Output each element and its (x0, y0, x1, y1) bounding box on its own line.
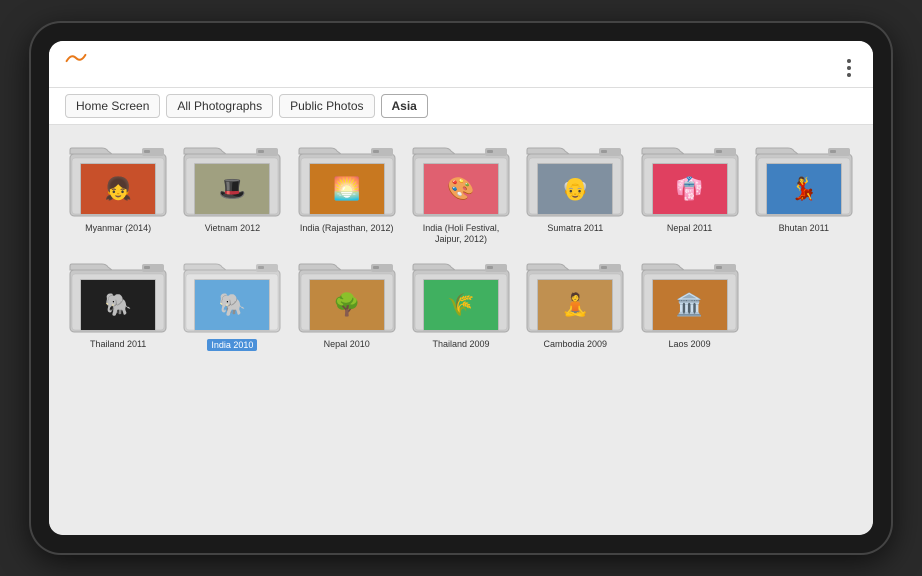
folder-wrapper: 🎨 (411, 139, 511, 221)
nav-tab-home-screen[interactable]: Home Screen (65, 94, 160, 118)
folder-photo: 🧘 (537, 279, 613, 331)
zenfolio-logo (65, 51, 87, 65)
folder-wrapper: 🧘 (525, 255, 625, 337)
more-dot-1 (847, 59, 851, 63)
folder-label: Thailand 2009 (432, 339, 489, 350)
folder-item[interactable]: 🎨 India (Holi Festival, Jaipur, 2012) (408, 139, 514, 245)
more-dot-3 (847, 73, 851, 77)
folder-label: India (Rajasthan, 2012) (300, 223, 394, 234)
folder-wrapper: 🌳 (297, 255, 397, 337)
folder-wrapper: 🐘 (182, 255, 282, 337)
tablet-screen: Home ScreenAll PhotographsPublic Photos A… (49, 41, 873, 535)
folder-label: Nepal 2010 (324, 339, 370, 350)
folder-item[interactable]: 🏛️ Laos 2009 (636, 255, 742, 352)
folder-wrapper: 🎩 (182, 139, 282, 221)
folder-item[interactable]: 👴 Sumatra 2011 (522, 139, 628, 245)
folder-label: Myanmar (2014) (85, 223, 151, 234)
folder-grid-row2: 🐘 Thailand 2011 🐘 India 2010 🌳 Nepal 2010 🌾… (65, 255, 857, 352)
folder-label: Thailand 2011 (90, 339, 146, 350)
folder-label: Sumatra 2011 (547, 223, 603, 234)
folder-wrapper: 🐘 (68, 255, 168, 337)
folder-wrapper: 👧 (68, 139, 168, 221)
folder-photo: 🌾 (423, 279, 499, 331)
content-area: 👧 Myanmar (2014) 🎩 Vietnam 2012 🌅 India (Ra… (49, 125, 873, 535)
folder-label: Vietnam 2012 (205, 223, 260, 234)
more-menu-button[interactable] (841, 55, 857, 81)
folder-wrapper: 🌅 (297, 139, 397, 221)
folder-item[interactable]: 💃 Bhutan 2011 (751, 139, 857, 245)
folder-item[interactable]: 🐘 India 2010 (179, 255, 285, 352)
nav-tab-all-photographs[interactable]: All Photographs (166, 94, 273, 118)
folder-photo: 🐘 (80, 279, 156, 331)
folder-photo: 👧 (80, 163, 156, 215)
folder-item[interactable]: 🌅 India (Rajasthan, 2012) (294, 139, 400, 245)
folder-grid-row1: 👧 Myanmar (2014) 🎩 Vietnam 2012 🌅 India (Ra… (65, 139, 857, 245)
nav-bar: Home ScreenAll PhotographsPublic Photos A… (49, 88, 873, 125)
nav-tab-public-photos[interactable]: Public Photos (279, 94, 374, 118)
folder-item[interactable]: 🎩 Vietnam 2012 (179, 139, 285, 245)
nav-tab-asia[interactable]: Asia (381, 94, 428, 118)
folder-photo: 💃 (766, 163, 842, 215)
header-left (65, 51, 99, 65)
folder-photo: 🌅 (309, 163, 385, 215)
folder-photo: 👘 (652, 163, 728, 215)
folder-label: Nepal 2011 (667, 223, 712, 234)
folder-wrapper: 🌾 (411, 255, 511, 337)
folder-wrapper: 💃 (754, 139, 854, 221)
folder-item[interactable]: 👘 Nepal 2011 (636, 139, 742, 245)
folder-photo: 👴 (537, 163, 613, 215)
header (49, 41, 873, 88)
folder-wrapper: 👴 (525, 139, 625, 221)
more-dot-2 (847, 66, 851, 70)
folder-item[interactable]: 🌾 Thailand 2009 (408, 255, 514, 352)
folder-wrapper: 👘 (640, 139, 740, 221)
folder-photo: 🏛️ (652, 279, 728, 331)
tablet-frame: Home ScreenAll PhotographsPublic Photos A… (31, 23, 891, 553)
folder-label: Cambodia 2009 (544, 339, 608, 350)
logo-swoosh (65, 51, 87, 65)
folder-item[interactable]: 🌳 Nepal 2010 (294, 255, 400, 352)
folder-item[interactable]: 🧘 Cambodia 2009 (522, 255, 628, 352)
folder-label: India 2010 (207, 339, 257, 352)
folder-wrapper: 🏛️ (640, 255, 740, 337)
folder-item[interactable]: 🐘 Thailand 2011 (65, 255, 171, 352)
folder-item[interactable]: 👧 Myanmar (2014) (65, 139, 171, 245)
folder-photo: 🎨 (423, 163, 499, 215)
folder-label: Bhutan 2011 (779, 223, 829, 234)
folder-photo: 🎩 (194, 163, 270, 215)
folder-label: India (Holi Festival, Jaipur, 2012) (411, 223, 511, 245)
folder-photo: 🌳 (309, 279, 385, 331)
folder-photo: 🐘 (194, 279, 270, 331)
folder-label: Laos 2009 (669, 339, 711, 350)
